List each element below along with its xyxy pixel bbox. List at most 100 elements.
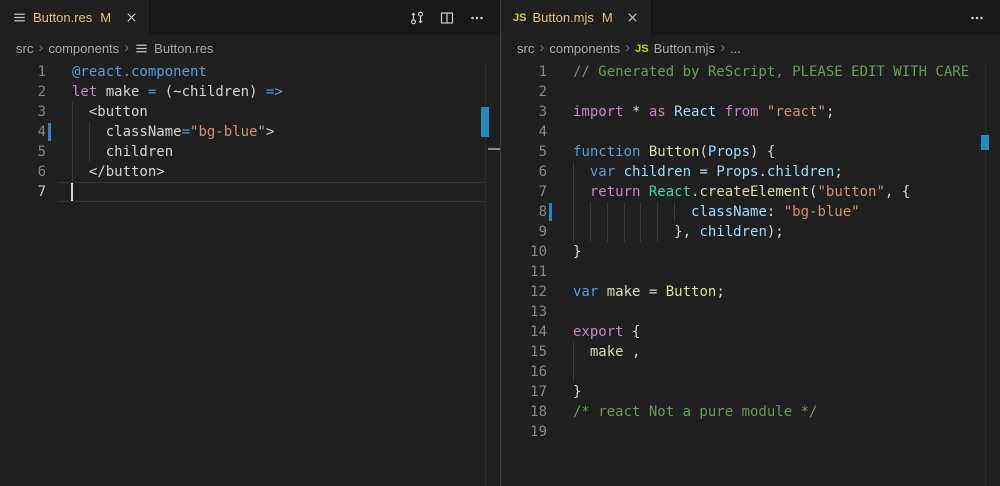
line-number[interactable]: 12 <box>501 282 547 302</box>
code-token: function <box>573 144 640 160</box>
line-number[interactable]: 10 <box>501 242 547 262</box>
line-number[interactable]: 3 <box>0 102 46 122</box>
line-number[interactable]: 13 <box>501 302 547 322</box>
more-actions-button[interactable] <box>466 7 488 29</box>
code-content[interactable] <box>46 182 500 202</box>
indent-guide <box>72 162 73 182</box>
line-number[interactable]: 5 <box>501 142 547 162</box>
breadcrumb-label: src <box>16 41 33 56</box>
code-content[interactable]: } <box>547 382 1000 402</box>
line-number[interactable]: 14 <box>501 322 547 342</box>
indent-guide <box>573 342 574 362</box>
code-line: 5 children <box>0 142 500 162</box>
tab-Button.res[interactable]: Button.resM <box>0 0 150 35</box>
chevron-right-icon: › <box>539 40 544 57</box>
code-content[interactable] <box>547 262 1000 282</box>
line-number[interactable]: 6 <box>0 162 46 182</box>
line-number[interactable]: 2 <box>501 82 547 102</box>
line-number[interactable]: 9 <box>501 222 547 242</box>
line-number[interactable]: 7 <box>0 182 46 202</box>
breadcrumb-item-src[interactable]: src <box>517 41 534 56</box>
code-token <box>758 104 766 120</box>
indent-guide <box>573 222 574 242</box>
code-token: ) { <box>750 144 775 160</box>
code-token: make <box>97 84 148 100</box>
code-content[interactable]: /* react Not a pure module */ <box>547 402 1000 422</box>
code-content[interactable] <box>547 82 1000 102</box>
line-number[interactable]: 19 <box>501 422 547 442</box>
breadcrumb-item-button-res[interactable]: Button.res <box>134 41 213 56</box>
line-number[interactable]: 6 <box>501 162 547 182</box>
breadcrumb-item--[interactable]: ... <box>730 41 741 56</box>
code-content[interactable]: let make = (~children) => <box>46 82 500 102</box>
breadcrumb-label: ... <box>730 41 741 56</box>
line-number[interactable]: 7 <box>501 182 547 202</box>
indent-guide <box>72 102 73 122</box>
code-content[interactable]: var make = Button; <box>547 282 1000 302</box>
code-content[interactable]: </button> <box>46 162 500 182</box>
code-content[interactable]: children <box>46 142 500 162</box>
split-editor-button[interactable] <box>436 7 458 29</box>
indent-guide <box>607 222 608 242</box>
line-number[interactable]: 1 <box>501 62 547 82</box>
breadcrumb-item-src[interactable]: src <box>16 41 33 56</box>
compare-changes-button[interactable] <box>406 7 428 29</box>
line-number[interactable]: 16 <box>501 362 547 382</box>
overview-ruler[interactable] <box>485 62 500 486</box>
code-content[interactable] <box>547 302 1000 322</box>
line-number[interactable]: 1 <box>0 62 46 82</box>
line-number[interactable]: 18 <box>501 402 547 422</box>
close-tab-button[interactable] <box>623 8 643 28</box>
code-content[interactable]: } <box>547 242 1000 262</box>
code-content[interactable]: return React.createElement("button", { <box>547 182 1000 202</box>
code-content[interactable]: @react.component <box>46 62 500 82</box>
indent-guide <box>72 142 73 162</box>
code-token: import <box>573 104 624 120</box>
breadcrumb-item-button-mjs[interactable]: JSButton.mjs <box>635 41 715 56</box>
code-token: }, <box>573 224 699 240</box>
line-number[interactable]: 3 <box>501 102 547 122</box>
more-actions-button[interactable] <box>966 7 988 29</box>
code-token: React <box>674 104 716 120</box>
code-content[interactable]: make , <box>547 342 1000 362</box>
code-content[interactable]: export { <box>547 322 1000 342</box>
indent-guide <box>624 222 625 242</box>
code-token: "react" <box>767 104 826 120</box>
code-content[interactable]: // Generated by ReScript, PLEASE EDIT WI… <box>547 62 1000 82</box>
code-token: } <box>573 244 581 260</box>
code-content[interactable]: className: "bg-blue" <box>547 202 1000 222</box>
line-number[interactable]: 15 <box>501 342 547 362</box>
line-number[interactable]: 5 <box>0 142 46 162</box>
indent-guide <box>624 202 625 222</box>
code-line: 5function Button(Props) { <box>501 142 1000 162</box>
breadcrumb-item-components[interactable]: components <box>48 41 119 56</box>
code-content[interactable] <box>547 362 1000 382</box>
line-number[interactable]: 8 <box>501 202 547 222</box>
overview-ruler[interactable] <box>985 62 1000 486</box>
indent-guide <box>573 182 574 202</box>
code-content[interactable]: }, children); <box>547 222 1000 242</box>
chevron-right-icon: › <box>124 40 129 57</box>
code-token <box>573 184 590 200</box>
breadcrumb-item-components[interactable]: components <box>549 41 620 56</box>
code-content[interactable]: function Button(Props) { <box>547 142 1000 162</box>
indent-guide <box>590 222 591 242</box>
line-number[interactable]: 4 <box>0 122 46 142</box>
code-content[interactable]: var children = Props.children; <box>547 162 1000 182</box>
line-number[interactable]: 17 <box>501 382 547 402</box>
code-content[interactable]: className="bg-blue"> <box>46 122 500 142</box>
code-content[interactable]: <button <box>46 102 500 122</box>
code-line: 13 <box>501 302 1000 322</box>
git-modified-badge: M <box>100 10 111 25</box>
tab-Button.mjs[interactable]: JSButton.mjsM <box>501 0 652 35</box>
code-token: > <box>266 124 274 140</box>
close-tab-button[interactable] <box>121 8 141 28</box>
line-number[interactable]: 11 <box>501 262 547 282</box>
code-content[interactable] <box>547 422 1000 442</box>
line-number[interactable]: 4 <box>501 122 547 142</box>
code-content[interactable] <box>547 122 1000 142</box>
code-token: , <box>624 344 641 360</box>
code-content[interactable]: import * as React from "react"; <box>547 102 1000 122</box>
overview-modified-marker <box>481 107 489 137</box>
line-number[interactable]: 2 <box>0 82 46 102</box>
